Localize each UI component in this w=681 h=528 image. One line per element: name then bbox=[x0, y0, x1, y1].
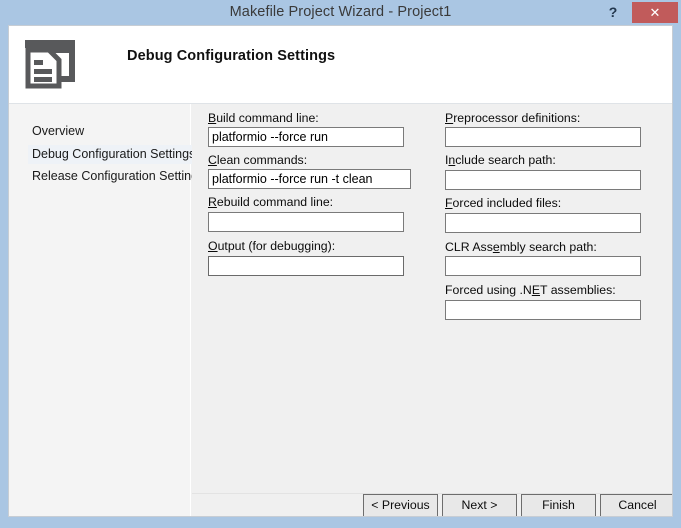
clean-commands-label: Clean commands: bbox=[208, 153, 308, 167]
sidebar-item-overview[interactable]: Overview bbox=[28, 122, 88, 141]
output-for-debugging-label: Output (for debugging): bbox=[208, 239, 336, 253]
wizard-body: Overview Debug Configuration Settings Re… bbox=[9, 104, 672, 516]
clr-assembly-search-path-label: CLR Assembly search path: bbox=[445, 240, 597, 254]
clean-commands-input[interactable] bbox=[208, 169, 411, 189]
rebuild-command-line-label: Rebuild command line: bbox=[208, 195, 334, 209]
output-for-debugging-input[interactable] bbox=[208, 256, 404, 276]
wizard-header: Debug Configuration Settings bbox=[9, 26, 672, 104]
forced-included-files-label: Forced included files: bbox=[445, 196, 562, 210]
title-bar[interactable]: Makefile Project Wizard - Project1 ? ✕ bbox=[0, 0, 681, 25]
previous-button[interactable]: < Previous bbox=[363, 494, 438, 516]
window-document-icon bbox=[19, 34, 81, 90]
page-title: Debug Configuration Settings bbox=[127, 48, 336, 64]
window-title: Makefile Project Wizard - Project1 bbox=[229, 4, 452, 20]
sidebar-item-debug-configuration-settings[interactable]: Debug Configuration Settings bbox=[28, 145, 200, 164]
wizard-button-bar: < Previous Next > Finish Cancel bbox=[192, 494, 672, 516]
forced-using-net-assemblies-label: Forced using .NET assemblies: bbox=[445, 283, 616, 297]
clr-assembly-search-path-input[interactable] bbox=[445, 256, 641, 276]
settings-form: Build command line: Clean commands: Rebu… bbox=[192, 104, 672, 516]
finish-button[interactable]: Finish bbox=[521, 494, 596, 516]
build-command-line-label: Build command line: bbox=[208, 111, 319, 125]
wizard-sidebar: Overview Debug Configuration Settings Re… bbox=[9, 104, 204, 516]
preprocessor-definitions-label: Preprocessor definitions: bbox=[445, 111, 581, 125]
wizard-window: Makefile Project Wizard - Project1 ? ✕ D… bbox=[0, 0, 681, 528]
cancel-button[interactable]: Cancel bbox=[600, 494, 672, 516]
include-search-path-label: Include search path: bbox=[445, 153, 556, 167]
forced-using-net-assemblies-input[interactable] bbox=[445, 300, 641, 320]
include-search-path-input[interactable] bbox=[445, 170, 641, 190]
preprocessor-definitions-input[interactable] bbox=[445, 127, 641, 147]
rebuild-command-line-input[interactable] bbox=[208, 212, 404, 232]
next-button[interactable]: Next > bbox=[442, 494, 517, 516]
build-command-line-input[interactable] bbox=[208, 127, 404, 147]
close-icon[interactable]: ✕ bbox=[632, 2, 678, 23]
forced-included-files-input[interactable] bbox=[445, 213, 641, 233]
client-area: Debug Configuration Settings Overview De… bbox=[8, 25, 673, 517]
sidebar-item-release-configuration-settings[interactable]: Release Configuration Settings bbox=[28, 167, 208, 186]
help-icon[interactable]: ? bbox=[601, 1, 625, 23]
